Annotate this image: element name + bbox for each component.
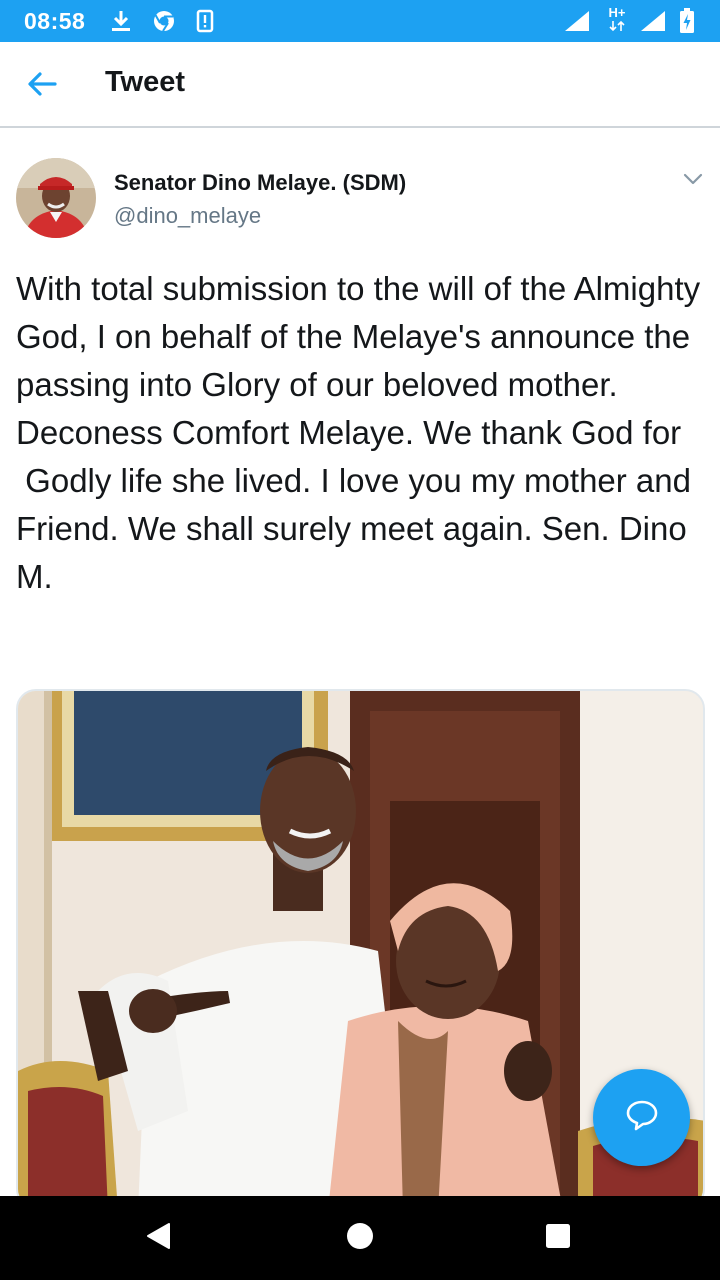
battery-charging-icon [678,8,696,34]
sim-alert-icon [194,8,216,34]
home-circle-icon [346,1222,374,1255]
compose-reply-icon [624,1097,660,1138]
network-type-icon: H+ [604,2,630,36]
signal-icon-2 [638,8,668,34]
recents-square-icon [545,1223,571,1254]
page-title: Tweet [105,66,186,98]
status-bar: 08:58 H+ [0,0,720,42]
status-time: 08:58 [24,8,86,34]
signal-icon [562,8,592,34]
back-button[interactable] [22,66,62,106]
app-bar: Tweet [0,42,720,128]
tweet-text: With total submission to the will of the… [16,270,701,595]
chevron-down-icon [683,172,703,190]
network-type-label: H+ [608,5,626,20]
nav-back-button[interactable] [136,1216,180,1260]
reply-fab[interactable] [593,1069,690,1166]
tweet-menu-button[interactable] [676,166,710,196]
system-nav-bar [0,1196,720,1280]
arrow-left-icon [27,71,57,102]
author-name[interactable]: Senator Dino Melaye. (SDM) [114,170,406,196]
download-icon [108,8,134,34]
avatar[interactable] [16,158,96,238]
chrome-icon [150,8,178,34]
back-triangle-icon [145,1222,171,1255]
nav-recents-button[interactable] [536,1216,580,1260]
author-handle[interactable]: @dino_melaye [114,203,261,229]
nav-home-button[interactable] [338,1216,382,1260]
